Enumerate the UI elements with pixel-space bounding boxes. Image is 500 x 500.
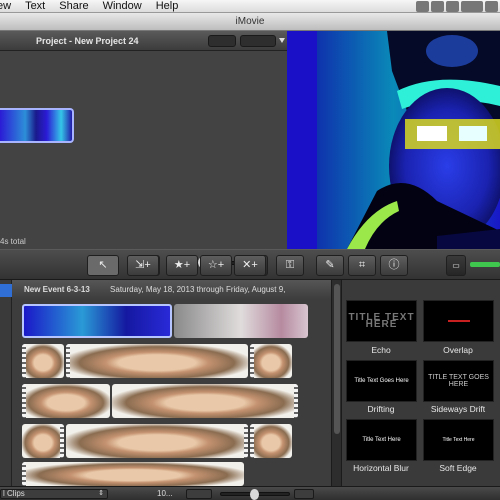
title-label: Horizontal Blur [353, 463, 409, 473]
menu-extras [416, 1, 498, 12]
audio-meter-button[interactable]: ▭ [446, 255, 466, 276]
unmark-star-icon: ☆+ [207, 259, 225, 271]
title-tile-drifting[interactable]: Title Text Goes Here [346, 360, 417, 402]
project-view-button[interactable] [208, 35, 236, 47]
title-tile-soft-edge[interactable]: Title Text Here [423, 419, 494, 461]
filmstrip-clip[interactable] [174, 304, 308, 338]
project-theme-button[interactable] [240, 35, 276, 47]
video-frame [287, 31, 500, 249]
volume-menu-icon[interactable] [461, 1, 483, 12]
project-clip[interactable] [0, 108, 74, 143]
audio-level-meter [470, 262, 500, 267]
inspector-button[interactable]: ⓘ [380, 255, 408, 276]
title-tile-sideways-drift[interactable]: TITLE TEXT GOES HERE [423, 360, 494, 402]
menu-bar: ew Text Share Window Help [0, 0, 500, 13]
favorite-star-icon: ★+ [173, 259, 191, 271]
main-toolbar: ⇿ 5s ↖ ⇲+ ★+ ☆+ ✕+ ⚿ ✎ ⌗ ⓘ ▭ [0, 249, 500, 280]
time-machine-icon[interactable] [431, 1, 444, 12]
filmstrip-row [22, 344, 292, 378]
add-to-project-button[interactable]: ⇲+ [127, 255, 159, 276]
menu-window[interactable]: Window [96, 0, 149, 13]
filmstrip-clip[interactable] [22, 424, 64, 458]
menu-help[interactable]: Help [149, 0, 186, 13]
title-label: Soft Edge [439, 463, 477, 473]
menu-share[interactable]: Share [52, 0, 95, 13]
wifi-icon[interactable] [446, 1, 459, 12]
battery-icon[interactable] [485, 1, 498, 12]
title-label: Echo [371, 345, 391, 355]
clip-filter-select[interactable]: l Clips ⇕ [0, 489, 108, 499]
filmstrip-clip[interactable] [112, 384, 298, 418]
event-browser: New Event 6-3-13 Saturday, May 18, 2013 … [12, 280, 331, 486]
filmstrip-clip[interactable] [250, 344, 292, 378]
filmstrip-row [22, 384, 298, 418]
title-preview [424, 301, 493, 341]
crop-icon: ⌗ [358, 259, 366, 271]
event-scroll-thumb[interactable] [334, 284, 340, 434]
crop-button[interactable]: ⌗ [348, 255, 376, 276]
audio-waveform-toggle[interactable] [186, 489, 212, 499]
filmstrip-clip[interactable] [22, 384, 110, 418]
project-panel: Project - New Project 24 4s total [0, 31, 287, 249]
event-library-selection[interactable] [0, 284, 12, 297]
filmstrip-clip[interactable] [22, 344, 64, 378]
arrow-pointer-icon: ↖ [98, 259, 108, 271]
title-tile-horizontal-blur[interactable]: Title Text Here [346, 419, 417, 461]
filmstrip-row [22, 462, 244, 486]
eyedropper-button[interactable]: ✎ [316, 255, 344, 276]
menu-text[interactable]: Text [18, 0, 52, 13]
title-tile-overlap[interactable] [423, 300, 494, 342]
window-title: iMovie [0, 13, 500, 31]
reject-icon: ✕+ [242, 259, 258, 271]
filmstrip-clip[interactable] [250, 424, 292, 458]
dropdown-arrow-icon[interactable] [279, 38, 285, 43]
reject-button[interactable]: ✕+ [234, 255, 266, 276]
menu-view[interactable]: ew [0, 0, 18, 13]
event-date-range: Saturday, May 18, 2013 through Friday, A… [110, 285, 286, 294]
filmstrip-clip[interactable] [22, 304, 172, 338]
title-preview: Title Text Here [362, 436, 401, 443]
filmstrip-row [22, 424, 292, 458]
event-library [0, 280, 12, 486]
title-label: Drifting [367, 404, 395, 414]
select-tool-button[interactable]: ↖ [87, 255, 119, 276]
bluetooth-icon[interactable] [416, 1, 429, 12]
clip-filter-label: l Clips [3, 489, 25, 498]
event-title: New Event 6-3-13 [24, 285, 90, 294]
title-preview: TITLE TEXT HERE [348, 312, 415, 330]
event-scrollbar[interactable] [331, 280, 341, 486]
title-label: Overlap [443, 345, 473, 355]
title-label: Sideways Drift [430, 404, 486, 414]
title-preview: Title Text Here [442, 436, 475, 443]
filmstrip-clip[interactable] [66, 344, 248, 378]
filmstrip-clip[interactable] [22, 462, 244, 486]
unmark-button[interactable]: ☆+ [200, 255, 232, 276]
keyword-button[interactable]: ⚿ [276, 255, 304, 276]
preview-viewer[interactable] [287, 31, 500, 249]
project-footer: 4s total [0, 234, 287, 249]
title-tile-echo[interactable]: TITLE TEXT HERE [346, 300, 417, 342]
status-bar: l Clips ⇕ 10... [0, 486, 500, 500]
mark-favorite-button[interactable]: ★+ [166, 255, 198, 276]
add-to-project-icon: ⇲+ [135, 259, 151, 271]
filmstrip-row [22, 304, 308, 338]
playhead-info-button[interactable] [294, 489, 314, 499]
filmstrip-clip[interactable] [66, 424, 248, 458]
event-zoom-knob[interactable] [250, 489, 259, 500]
info-icon: ⓘ [388, 259, 400, 271]
clip-duration-value: 10... [157, 489, 173, 498]
keyword-icon: ⚿ [285, 259, 295, 271]
titles-browser: TITLE TEXT HERE Echo Overlap Title Text … [341, 280, 500, 486]
event-header: New Event 6-3-13 Saturday, May 18, 2013 … [12, 280, 331, 299]
title-preview: Title Text Goes Here [354, 377, 409, 384]
volume-icon: ▭ [452, 261, 460, 270]
eyedropper-icon: ✎ [325, 259, 335, 271]
project-duration: 4s total [0, 237, 26, 246]
title-preview: TITLE TEXT GOES HERE [428, 374, 489, 388]
chevron-updown-icon: ⇕ [98, 490, 104, 497]
